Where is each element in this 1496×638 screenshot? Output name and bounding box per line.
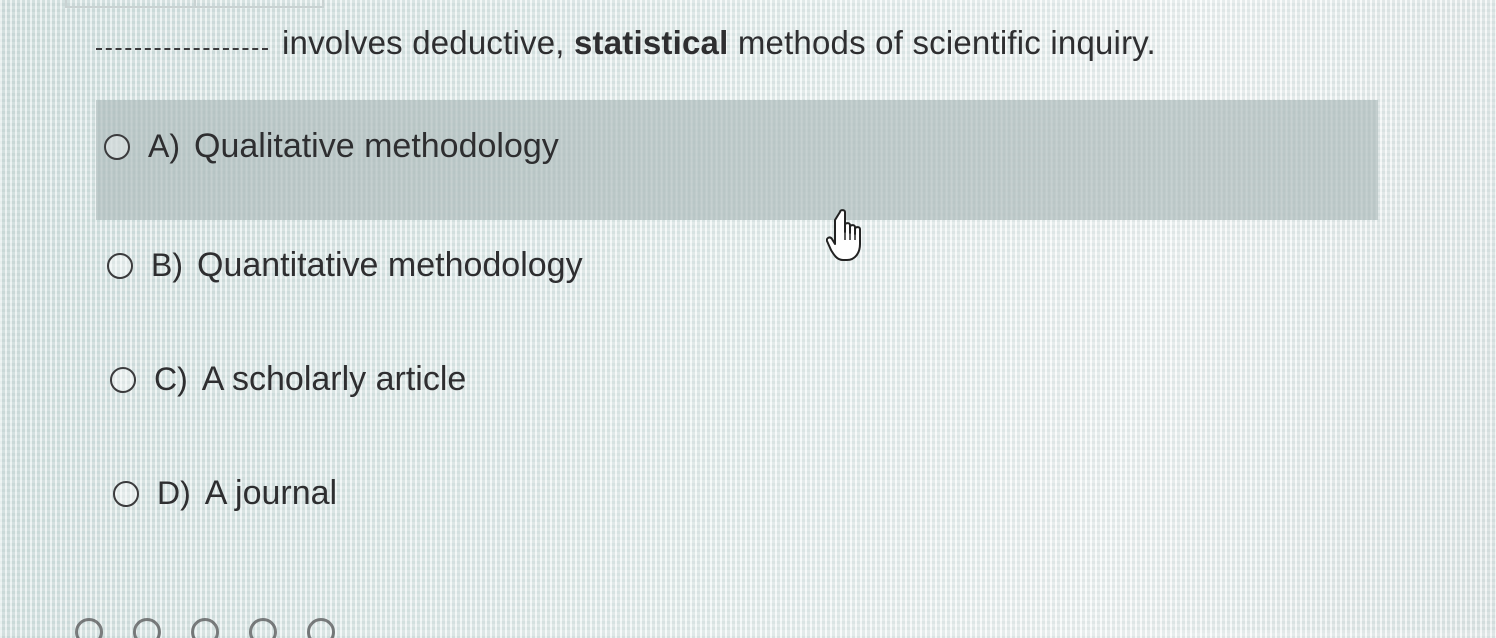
next-question-peek	[75, 618, 385, 638]
option-a-radio[interactable]	[104, 133, 130, 160]
question-text-end: methods of scientific inquiry.	[728, 24, 1156, 61]
option-d-label: A journal	[204, 474, 338, 512]
option-a-label: Qualitative methodology	[194, 127, 559, 165]
option-b-radio[interactable]	[107, 252, 133, 279]
option-a-letter: A)	[148, 128, 180, 164]
top-tab-strip	[65, 0, 324, 8]
option-b-label: Quantitative methodology	[197, 246, 583, 284]
option-c-label: A scholarly article	[201, 360, 467, 398]
hand-pointer-icon	[826, 209, 861, 261]
question-prompt: involves deductive, statistical methods …	[96, 24, 1156, 62]
answer-blank	[96, 48, 268, 50]
option-d-letter: D)	[157, 475, 191, 511]
option-c-radio[interactable]	[110, 366, 136, 393]
option-b-letter: B)	[151, 247, 183, 283]
question-text-start: involves deductive,	[282, 24, 574, 61]
option-b[interactable]: B) Quantitative methodology	[107, 246, 583, 285]
question-bold-word: statistical	[574, 24, 729, 61]
option-c-letter: C)	[154, 361, 188, 397]
option-d[interactable]: D) A journal	[113, 474, 337, 513]
option-d-radio[interactable]	[113, 480, 139, 507]
option-a[interactable]: A) Qualitative methodology	[104, 127, 559, 166]
option-c[interactable]: C) A scholarly article	[110, 360, 466, 399]
